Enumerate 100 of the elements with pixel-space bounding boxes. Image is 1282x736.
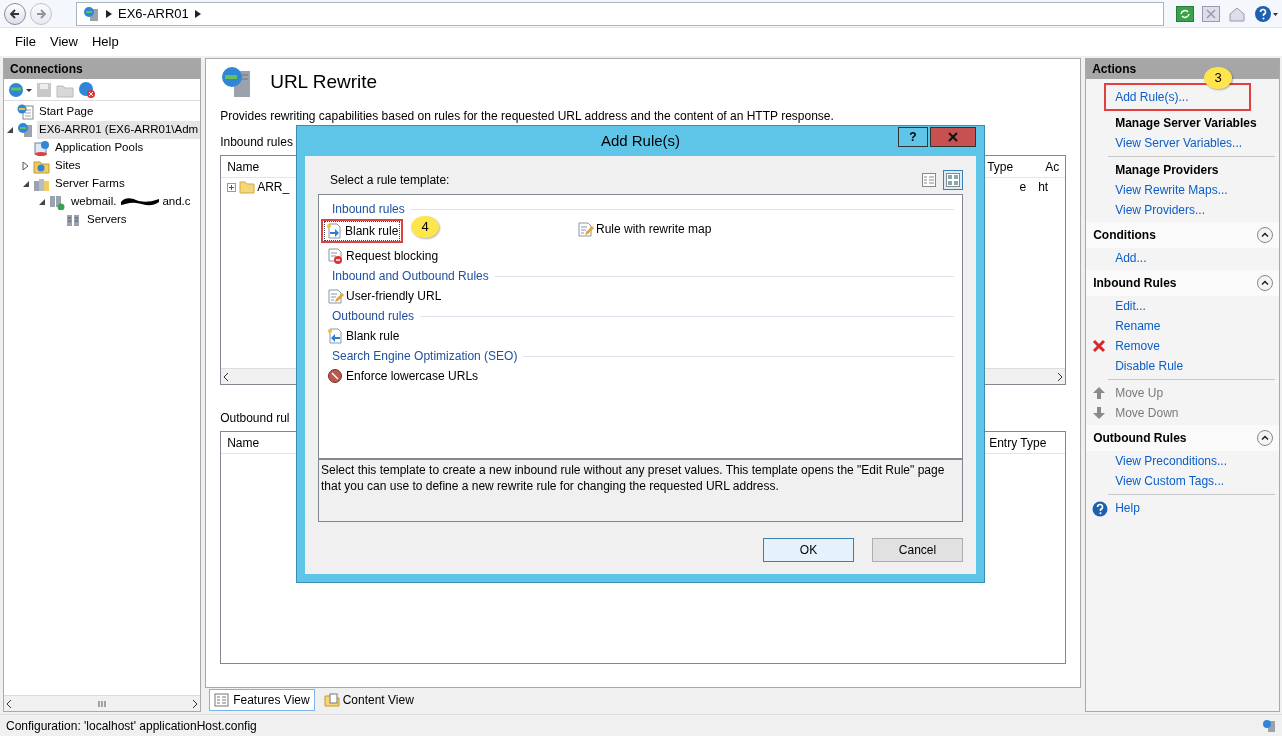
help-icon [1092, 501, 1109, 517]
tree-item[interactable]: Server Farms [53, 175, 127, 193]
page-pencil-icon [577, 221, 594, 237]
table-cell-text: ARR_ [257, 179, 290, 196]
template-item[interactable]: User-friendly URL [325, 286, 444, 306]
content-view-icon [323, 693, 340, 707]
page-block-icon [327, 248, 344, 264]
server-globe-icon [83, 5, 100, 22]
action-link[interactable]: View Providers... [1115, 201, 1205, 219]
folder-icon [239, 180, 256, 194]
features-view-icon [214, 693, 231, 707]
description-text: Provides rewriting capabilities based on rules for the requested URL address and the content of an HTTP response. [220, 108, 835, 125]
page-title: URL Rewrite [270, 69, 378, 94]
scroll-left-icon[interactable] [4, 698, 14, 709]
column-header[interactable]: Entry Type [983, 433, 1066, 452]
group-title: Inbound and Outbound Rules [325, 266, 954, 286]
tree-item[interactable]: webmail. [69, 193, 119, 211]
down-arrow-icon [1092, 406, 1107, 420]
action-link[interactable]: Disable Rule [1115, 357, 1184, 375]
breadcrumb-arrow-icon [106, 9, 112, 18]
address-bar[interactable]: EX6-ARR01 [76, 1, 1164, 26]
tree-item[interactable]: Start Page [37, 103, 96, 121]
menu-item[interactable]: Help [86, 30, 124, 54]
tree-item[interactable]: Sites [53, 157, 83, 175]
section-header: Outbound Rules [1093, 430, 1187, 447]
action-link[interactable]: Remove [1115, 337, 1160, 355]
section-header: Inbound Rules [1093, 275, 1177, 292]
action-link[interactable]: Edit... [1115, 297, 1146, 315]
help-button[interactable]: ? [898, 127, 928, 147]
folder-globe-icon [33, 158, 50, 174]
tiles-view-button[interactable] [943, 170, 963, 190]
expand-arrow-icon[interactable] [22, 162, 30, 170]
view-tab[interactable]: Features View [209, 689, 315, 711]
forward-arrow-icon [35, 7, 47, 20]
action-link[interactable]: View Server Variables... [1115, 134, 1243, 152]
action-heading: Manage Server Variables [1115, 115, 1257, 132]
table-cell-text: ht [1037, 179, 1050, 196]
page-arrow-icon [327, 328, 344, 344]
expand-box-icon[interactable] [227, 182, 237, 192]
server-icon [65, 212, 82, 228]
help-icon[interactable] [1254, 4, 1278, 23]
action-link[interactable]: View Custom Tags... [1115, 472, 1225, 490]
action-link[interactable]: View Preconditions... [1115, 452, 1227, 470]
section-label: Inbound rules [220, 134, 293, 151]
menu-item[interactable]: View [44, 30, 83, 54]
collapse-icon[interactable] [1257, 227, 1273, 243]
refresh-icon[interactable] [1176, 5, 1194, 22]
delete-icon [1092, 339, 1107, 353]
tiles-view-icon [946, 173, 960, 187]
close-icon [948, 132, 958, 142]
disconnect-icon[interactable] [78, 80, 96, 99]
horizontal-scrollbar[interactable] [4, 695, 201, 711]
breadcrumb-item[interactable]: EX6-ARR01 [118, 3, 189, 24]
close-button[interactable] [930, 127, 976, 147]
collapse-icon[interactable] [1257, 275, 1273, 291]
template-item[interactable]: Blank rule [325, 326, 402, 346]
action-link[interactable]: Rename [1115, 317, 1161, 335]
cancel-button[interactable]: Cancel [872, 538, 963, 562]
collapse-arrow-icon[interactable] [6, 126, 14, 134]
template-item[interactable]: Rule with rewrite map [575, 219, 714, 239]
details-view-icon [922, 173, 936, 187]
details-view-button[interactable] [919, 170, 939, 190]
tree-item[interactable]: Servers [85, 211, 129, 229]
status-text: Configuration: 'localhost' applicationHost.config [6, 717, 257, 735]
page-arrow-icon [326, 223, 343, 239]
action-link[interactable]: View Rewrite Maps... [1115, 181, 1228, 199]
back-button[interactable] [4, 2, 26, 25]
server-globe-icon [17, 122, 34, 138]
action-link[interactable]: Add... [1115, 249, 1147, 267]
template-description: Select this template to create a new inbound rule without any preset values. This template opens the "Edit Rule" page that you can use to define a new rewrite rule for changing the requested URL address. [318, 459, 963, 522]
callout-number: 3 [1204, 67, 1233, 89]
collapse-arrow-icon[interactable] [38, 198, 46, 206]
action-link[interactable]: Help [1115, 499, 1140, 517]
group-title: Inbound rules [325, 199, 954, 219]
ok-button[interactable]: OK [763, 538, 854, 562]
template-item[interactable]: Blank rule [324, 221, 401, 241]
column-header[interactable]: Ac [1039, 157, 1066, 176]
server-farm-icon [49, 194, 66, 210]
tree-item[interactable]: Application Pools [53, 139, 146, 157]
server-farm-icon [33, 176, 50, 192]
menu-item[interactable]: File [10, 30, 41, 54]
collapse-icon[interactable] [1257, 430, 1273, 446]
dialog-title: Add Rule(s) [599, 130, 682, 151]
up-arrow-icon [1092, 386, 1107, 400]
app-pool-icon [33, 140, 50, 156]
action-heading: Manage Providers [1115, 162, 1219, 179]
template-item[interactable]: Enforce lowercase URLs [325, 366, 481, 386]
connect-globe-icon[interactable] [8, 80, 32, 99]
tree-item[interactable]: EX6-ARR01 (EX6-ARR01\Adm [37, 121, 201, 139]
panel-header: Connections [4, 59, 201, 79]
stop-icon[interactable] [1202, 5, 1220, 22]
server-globe-icon [1262, 718, 1276, 733]
action-link[interactable]: Add Rule(s)... [1115, 88, 1189, 106]
collapse-arrow-icon[interactable] [22, 180, 30, 188]
view-tab[interactable]: Content View [318, 689, 419, 711]
table-cell-text: e [1018, 179, 1028, 196]
back-arrow-icon [9, 7, 21, 20]
column-header[interactable]: Type [981, 157, 1040, 176]
template-item[interactable]: Request blocking [325, 246, 441, 266]
section-header: Conditions [1093, 227, 1156, 244]
